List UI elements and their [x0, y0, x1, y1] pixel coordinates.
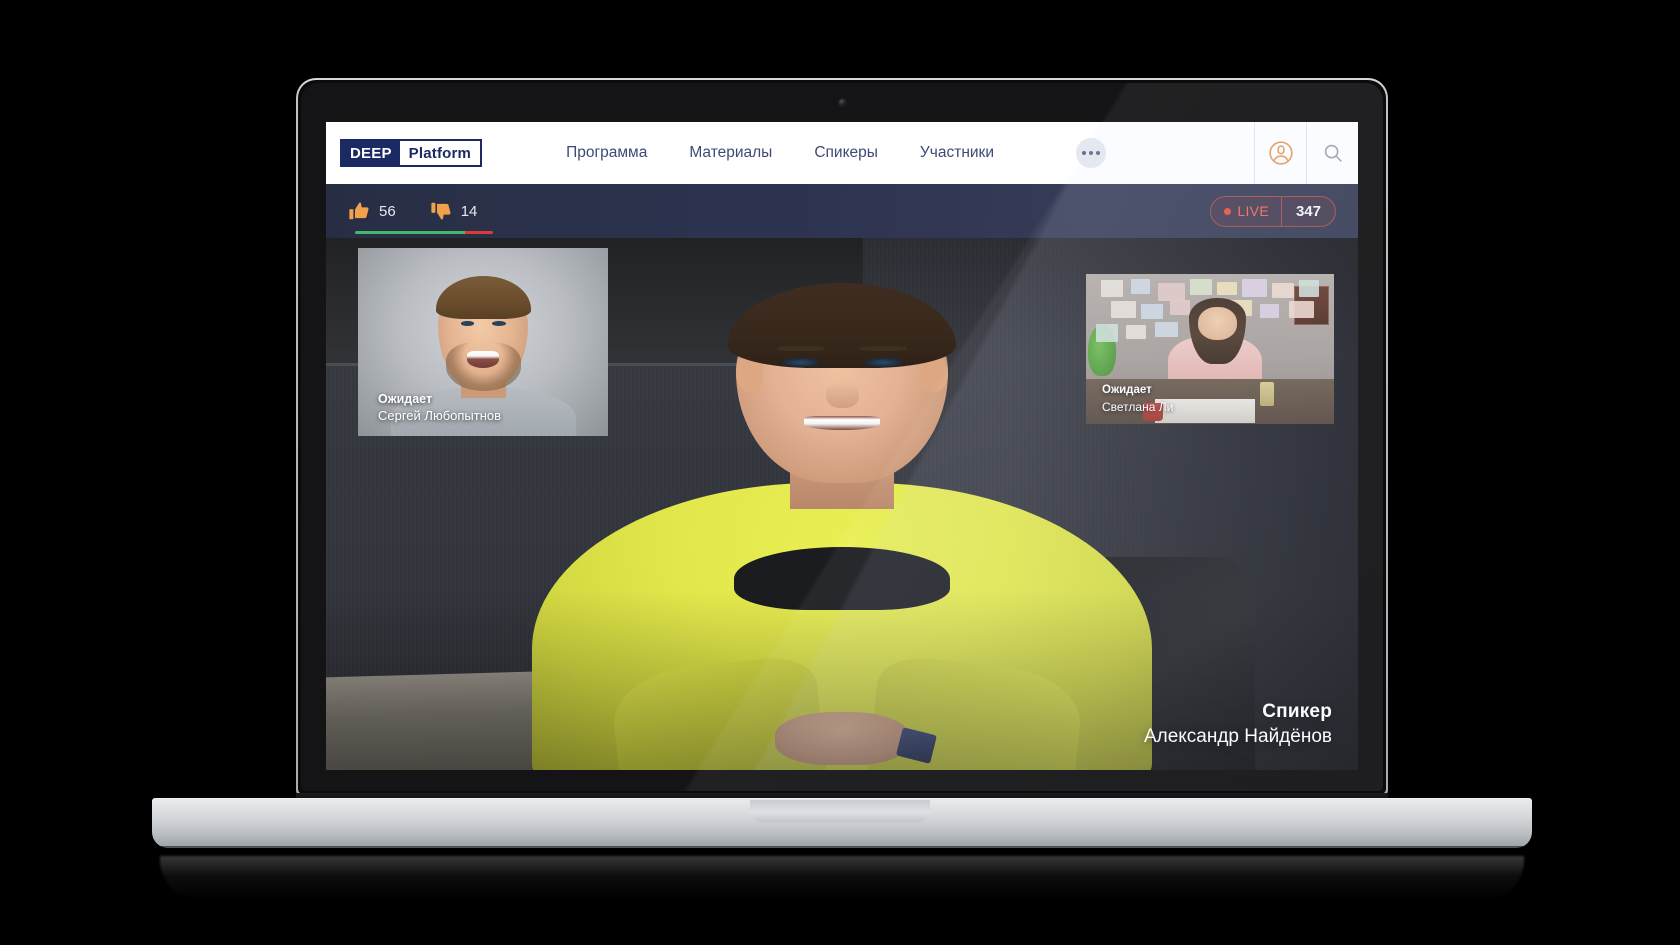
- wall-note: [1289, 301, 1315, 318]
- like-count: 56: [379, 202, 396, 220]
- wall-note: [1110, 301, 1136, 318]
- viewer-count: 347: [1295, 202, 1321, 220]
- logo-secondary-text: Platform: [399, 141, 481, 165]
- wall-note: [1170, 299, 1191, 315]
- site-logo[interactable]: DEEP Platform: [340, 139, 483, 167]
- ellipsis-icon[interactable]: [1075, 138, 1106, 168]
- wall-note: [1299, 280, 1320, 297]
- thumb-right-caption: Ожидает Светлана Ли: [1086, 383, 1334, 424]
- participant-thumbnail-left[interactable]: Ожидает Сергей Любопытнов: [358, 248, 608, 436]
- header-actions: [1254, 122, 1358, 184]
- wall-note: [1155, 322, 1178, 337]
- main-speaker-name: Александр Найдёнов: [1143, 726, 1332, 748]
- speaker-mouth: [803, 416, 881, 431]
- dislike-button[interactable]: 14: [430, 200, 478, 222]
- dislike-count: 14: [460, 202, 478, 220]
- speaker-eye-right: [864, 357, 902, 367]
- rating-progress-bar: [355, 231, 493, 234]
- broadcast-status-bar: 56 14 LIVE 347: [326, 184, 1358, 238]
- scene-root: DEEP Platform Программа Материалы Спикер…: [0, 0, 1680, 945]
- wall-note: [1140, 304, 1163, 319]
- wall-note: [1242, 278, 1268, 297]
- reaction-group: 56 14: [348, 200, 477, 222]
- speaker-nose: [825, 381, 859, 409]
- speaker-hands: [774, 711, 910, 765]
- rating-negative-fill: [465, 231, 493, 234]
- wall-note: [1130, 278, 1151, 294]
- laptop-base-notch: [750, 800, 930, 822]
- nav-item-uchastniki[interactable]: Участники: [920, 144, 994, 162]
- account-button[interactable]: [1254, 122, 1306, 184]
- screen-viewport: DEEP Platform Программа Материалы Спикер…: [326, 122, 1358, 770]
- speaker-brow-left: [776, 345, 825, 351]
- ellipsis-dot: [1081, 151, 1086, 155]
- wall-note: [1095, 323, 1119, 342]
- thumb-right-status: Ожидает: [1102, 384, 1152, 397]
- live-dot-icon: [1224, 207, 1232, 215]
- main-speaker-role: Спикер: [1262, 700, 1332, 722]
- wall-note: [1100, 280, 1124, 297]
- thumb-right-head: [1197, 307, 1238, 340]
- speaker-eye-left: [782, 357, 820, 367]
- thumbs-down-icon: [431, 202, 451, 220]
- thumb-right-name: Светлана Ли: [1102, 399, 1174, 414]
- ellipsis-dot: [1088, 151, 1093, 155]
- rating-positive-fill: [355, 231, 466, 234]
- wall-note: [1125, 325, 1146, 339]
- laptop-base-shadow: [152, 846, 1532, 856]
- main-speaker-caption: Спикер Александр Найдёнов: [1144, 700, 1332, 750]
- thumb-left-caption: Ожидает Сергей Любопытнов: [358, 391, 608, 436]
- thumb-left-eye-right: [491, 321, 506, 327]
- thumb-left-status: Ожидает: [378, 391, 433, 406]
- site-header: DEEP Platform Программа Материалы Спикер…: [326, 122, 1358, 184]
- live-status-badge[interactable]: LIVE 347: [1210, 195, 1336, 227]
- nav-item-programma[interactable]: Программа: [566, 144, 647, 162]
- nav-item-spikery[interactable]: Спикеры: [814, 144, 878, 162]
- live-indicator: LIVE: [1211, 203, 1281, 219]
- wall-note: [1190, 278, 1213, 295]
- webcam-icon: [838, 99, 846, 106]
- video-stage[interactable]: Ожидает Сергей Любопытнов Ожидает Светла…: [326, 238, 1358, 770]
- laptop-mockup: DEEP Platform Программа Материалы Спикер…: [0, 0, 1680, 945]
- laptop-surface-reflection: [160, 856, 1524, 900]
- main-nav: Программа Материалы Спикеры Участники: [566, 138, 1106, 168]
- wall-note: [1157, 283, 1186, 301]
- wall-note: [1272, 283, 1295, 298]
- participant-thumbnail-right[interactable]: Ожидает Светлана Ли: [1086, 274, 1334, 424]
- thumbs-up-icon: [349, 202, 369, 220]
- thumb-left-name: Сергей Любопытнов: [378, 408, 502, 424]
- user-avatar-icon: [1268, 141, 1293, 165]
- hoodie-collar: [733, 546, 951, 611]
- speaker-brow-right: [859, 345, 908, 351]
- wall-note: [1217, 281, 1238, 295]
- wall-note: [1259, 304, 1280, 318]
- ellipsis-dot: [1095, 151, 1100, 155]
- live-label: LIVE: [1237, 203, 1269, 219]
- logo-primary-text: DEEP: [342, 141, 400, 165]
- nav-item-materialy[interactable]: Материалы: [689, 144, 772, 162]
- search-button[interactable]: [1306, 122, 1358, 184]
- like-button[interactable]: 56: [348, 200, 396, 222]
- search-icon: [1324, 144, 1342, 162]
